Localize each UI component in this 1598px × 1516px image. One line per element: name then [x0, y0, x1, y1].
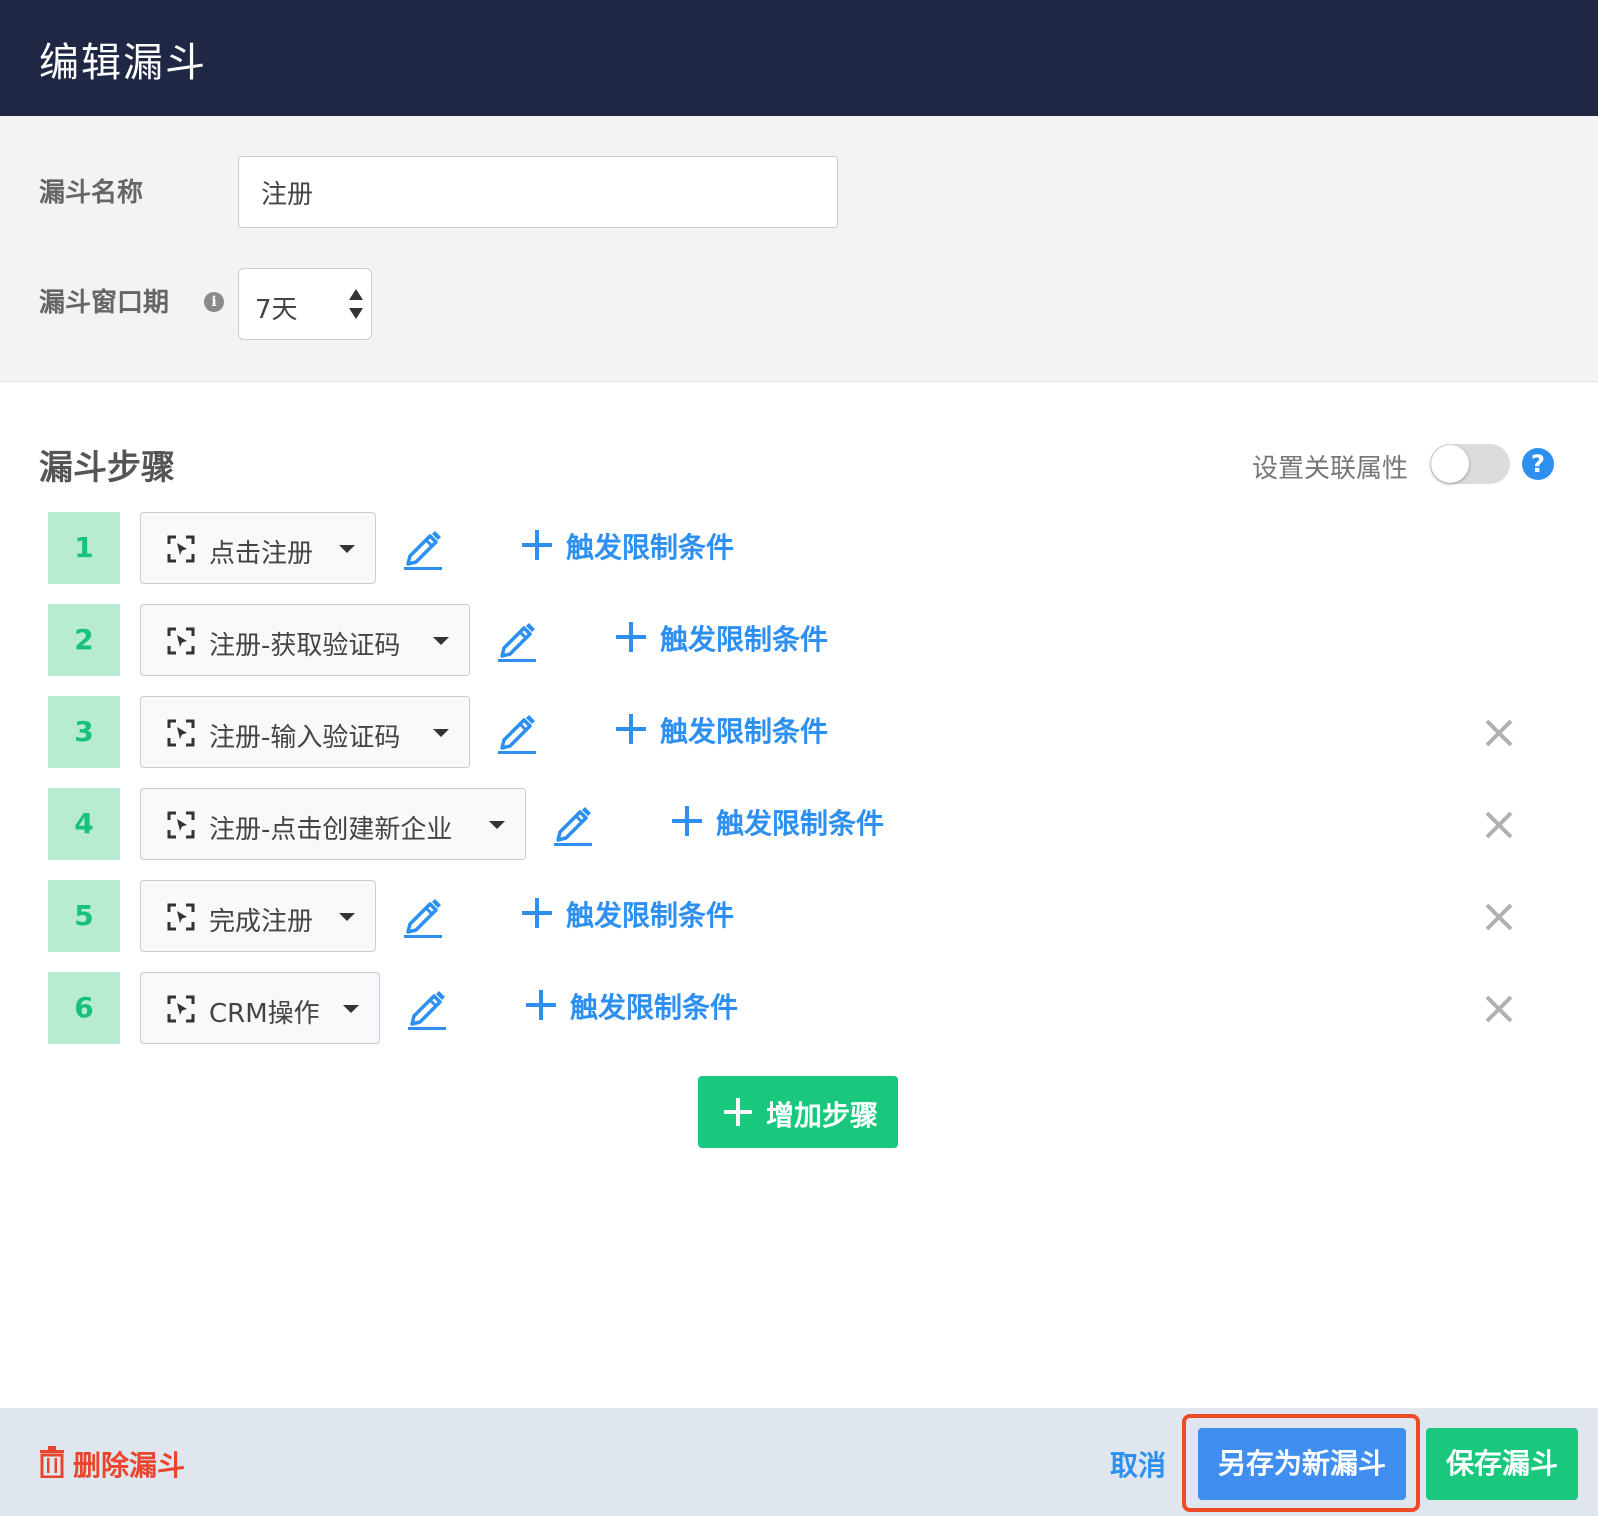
close-icon[interactable] — [1486, 812, 1512, 838]
step-event-select[interactable]: 注册-点击创建新企业 — [140, 788, 526, 860]
step-event-label: 注册-输入验证码 — [209, 723, 401, 753]
step-event-label: 注册-点击创建新企业 — [209, 815, 453, 845]
add-step-button[interactable]: 增加步骤 — [698, 1076, 898, 1148]
step-event-select[interactable]: 点击注册 — [140, 512, 376, 584]
close-icon[interactable] — [1486, 720, 1512, 746]
step-row: 3 注册-输入验证码 触发限制条件 — [48, 696, 1548, 768]
funnel-window-value: 7天 — [255, 295, 298, 325]
edit-pencil-icon[interactable] — [496, 618, 538, 662]
step-number-badge: 4 — [48, 788, 120, 860]
step-event-select[interactable]: 注册-输入验证码 — [140, 696, 470, 768]
save-funnel-button[interactable]: 保存漏斗 — [1426, 1428, 1578, 1500]
plus-icon — [522, 898, 552, 928]
assoc-property-toggle[interactable] — [1430, 444, 1510, 484]
step-row: 1 点击注册 触发限制条件 — [48, 512, 1548, 584]
trigger-condition-label: 触发限制条件 — [566, 531, 735, 564]
step-event-label: CRM操作 — [209, 999, 320, 1029]
plus-icon — [724, 1098, 752, 1126]
steps-section-title: 漏斗步骤 — [39, 448, 175, 488]
dialog-header: 编辑漏斗 — [0, 0, 1598, 116]
plus-icon — [616, 714, 646, 744]
caret-down-icon — [343, 1005, 359, 1013]
step-number-badge: 3 — [48, 696, 120, 768]
caret-down-icon — [339, 913, 355, 921]
trigger-condition-label: 触发限制条件 — [570, 991, 739, 1024]
assoc-property-label: 设置关联属性 — [1251, 454, 1408, 484]
caret-down-icon — [433, 729, 449, 737]
caret-down-icon — [433, 637, 449, 645]
trigger-condition-label: 触发限制条件 — [660, 715, 829, 748]
event-icon — [167, 535, 195, 563]
edit-pencil-icon[interactable] — [402, 894, 444, 938]
updown-arrows-icon — [349, 289, 363, 319]
event-icon — [167, 903, 195, 931]
step-event-select[interactable]: CRM操作 — [140, 972, 380, 1044]
step-number-badge: 1 — [48, 512, 120, 584]
step-number-badge: 5 — [48, 880, 120, 952]
edit-pencil-icon[interactable] — [402, 526, 444, 570]
step-event-label: 完成注册 — [209, 907, 314, 937]
event-icon — [167, 995, 195, 1023]
step-number-badge: 6 — [48, 972, 120, 1044]
step-row: 2 注册-获取验证码 触发限制条件 — [48, 604, 1548, 676]
add-step-label: 增加步骤 — [766, 1099, 879, 1132]
dialog-footer: 删除漏斗 取消 另存为新漏斗 保存漏斗 — [0, 1408, 1598, 1516]
funnel-name-label: 漏斗名称 — [39, 178, 144, 208]
funnel-window-label: 漏斗窗口期 — [39, 288, 170, 318]
step-row: 5 完成注册 触发限制条件 — [48, 880, 1548, 952]
info-icon[interactable]: i — [204, 292, 224, 312]
save-as-new-funnel-button[interactable]: 另存为新漏斗 — [1198, 1428, 1406, 1500]
caret-down-icon — [339, 545, 355, 553]
delete-funnel-label: 删除漏斗 — [73, 1449, 186, 1482]
step-row: 4 注册-点击创建新企业 触发限制条件 — [48, 788, 1548, 860]
plus-icon — [672, 806, 702, 836]
trash-icon — [40, 1446, 64, 1478]
toggle-knob — [1431, 445, 1469, 483]
funnel-name-input[interactable] — [238, 156, 838, 228]
step-event-select[interactable]: 完成注册 — [140, 880, 376, 952]
plus-icon — [616, 622, 646, 652]
trigger-condition-label: 触发限制条件 — [716, 807, 885, 840]
dialog-title: 编辑漏斗 — [39, 40, 207, 86]
step-event-label: 点击注册 — [209, 539, 314, 569]
edit-pencil-icon[interactable] — [496, 710, 538, 754]
edit-pencil-icon[interactable] — [406, 986, 448, 1030]
cancel-button[interactable]: 取消 — [1110, 1444, 1166, 1484]
caret-down-icon — [489, 821, 505, 829]
edit-pencil-icon[interactable] — [552, 802, 594, 846]
trigger-condition-label: 触发限制条件 — [566, 899, 735, 932]
step-event-select[interactable]: 注册-获取验证码 — [140, 604, 470, 676]
close-icon[interactable] — [1486, 996, 1512, 1022]
close-icon[interactable] — [1486, 904, 1512, 930]
plus-icon — [522, 530, 552, 560]
event-icon — [167, 811, 195, 839]
help-icon[interactable]: ? — [1522, 448, 1554, 480]
funnel-window-select[interactable]: 7天 — [238, 268, 372, 340]
step-row: 6 CRM操作 触发限制条件 — [48, 972, 1548, 1044]
trigger-condition-label: 触发限制条件 — [660, 623, 829, 656]
event-icon — [167, 627, 195, 655]
event-icon — [167, 719, 195, 747]
plus-icon — [526, 990, 556, 1020]
step-event-label: 注册-获取验证码 — [209, 631, 401, 661]
step-number-badge: 2 — [48, 604, 120, 676]
funnel-settings: 漏斗名称 漏斗窗口期 i 7天 — [0, 116, 1598, 382]
